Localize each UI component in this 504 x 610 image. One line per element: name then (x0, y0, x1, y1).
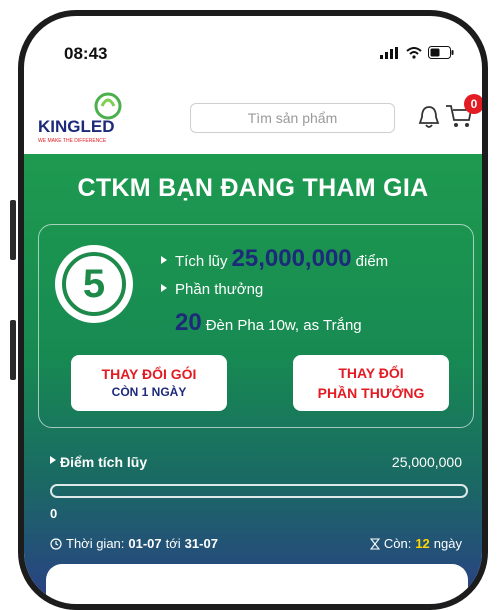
points-total: 25,000,000 (391, 454, 462, 470)
points-header: Điểm tích lũy 25,000,000 (24, 454, 482, 476)
search-input[interactable]: Tìm sản phẩm (190, 103, 395, 133)
period-to: tới (165, 536, 181, 551)
bullet-icon (161, 256, 167, 264)
cart-badge: 0 (464, 94, 482, 114)
reward-quantity: 20 (175, 309, 202, 336)
hourglass-icon (369, 537, 380, 550)
accumulate-label: Tích lũy (175, 253, 228, 270)
wifi-icon (406, 46, 422, 59)
period-start: 01-07 (128, 536, 162, 551)
points-current: 0 (50, 506, 58, 521)
volume-down-button (10, 320, 16, 380)
reward-detail-row: 20 Đèn Pha 10w, as Trắng (175, 309, 362, 337)
period-row: Thời gian: 01-07 tới 31-07 Còn: 12 ngày (24, 536, 482, 556)
logo-wordmark: KINGLED (38, 117, 115, 136)
bullet-icon (50, 456, 56, 464)
logo-slogan: WE MAKE THE DIFFERENCE (38, 138, 107, 144)
system-icons (380, 46, 454, 59)
change-reward-label-line2: PHẦN THƯỞNG (317, 385, 425, 401)
reward-row: Phần thưởng (161, 281, 263, 298)
bullet-icon (161, 284, 167, 292)
remaining-label: Còn: (383, 536, 412, 551)
accumulate-value: 25,000,000 (231, 245, 352, 272)
period-time: Thời gian: 01-07 tới 31-07 (50, 536, 218, 551)
level-number: 5 (62, 252, 126, 316)
bottom-card (46, 564, 468, 604)
promo-section: CTKM BẠN ĐANG THAM GIA 5 Tích lũy 25,000… (24, 154, 482, 604)
change-package-button[interactable]: THAY ĐỔI GÓI CÒN 1 NGÀY (71, 355, 227, 411)
promo-card: 5 Tích lũy 25,000,000 điểm Phần thưởng 2… (38, 224, 474, 428)
change-reward-button[interactable]: THAY ĐỔI PHẦN THƯỞNG (293, 355, 449, 411)
change-package-remaining: CÒN 1 NGÀY (111, 385, 187, 400)
accumulate-row: Tích lũy 25,000,000 điểm (161, 245, 388, 273)
points-label-wrap: Điểm tích lũy (50, 454, 147, 470)
remaining-unit: ngày (433, 536, 462, 551)
status-time: 08:43 (64, 44, 108, 63)
remaining-value: 12 (415, 536, 430, 551)
volume-up-button (10, 200, 16, 260)
bell-icon[interactable] (418, 104, 440, 130)
accumulate-unit: điểm (355, 253, 389, 270)
phone-frame: 08:43 KINGLED WE MAKE THE DIFFERENCE Tìm… (18, 10, 488, 610)
reward-item: Đèn Pha 10w, as Trắng (205, 317, 362, 334)
clock-icon (50, 537, 62, 550)
status-bar: 08:43 (24, 16, 482, 82)
period-end: 31-07 (184, 536, 218, 551)
reward-label: Phần thưởng (175, 281, 264, 298)
level-badge: 5 (55, 245, 133, 323)
search-placeholder: Tìm sản phẩm (247, 110, 338, 126)
points-progress-bar (50, 484, 468, 498)
change-reward-label-line1: THAY ĐỔI (338, 364, 404, 381)
period-time-label: Thời gian: (66, 536, 125, 551)
signal-icon (380, 46, 398, 59)
period-remaining: Còn: 12 ngày (369, 536, 462, 551)
kingled-logo: KINGLED WE MAKE THE DIFFERENCE (38, 92, 122, 144)
app-header: KINGLED WE MAKE THE DIFFERENCE Tìm sản p… (24, 82, 482, 154)
points-label: Điểm tích lũy (60, 454, 148, 470)
change-package-label: THAY ĐỔI GÓI (101, 366, 197, 383)
promo-title: CTKM BẠN ĐANG THAM GIA (77, 174, 429, 202)
battery-icon (428, 46, 454, 59)
